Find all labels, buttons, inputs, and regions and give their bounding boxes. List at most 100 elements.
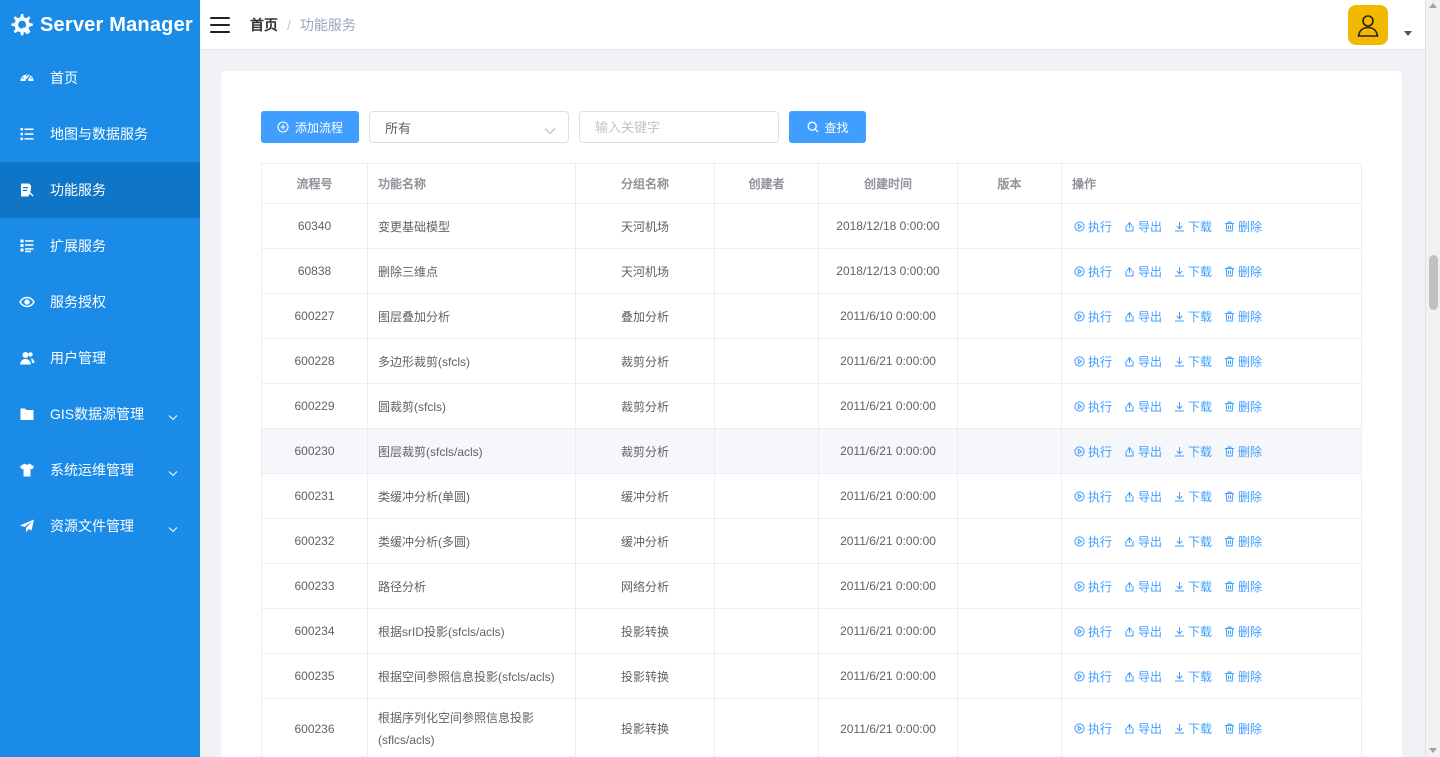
col-header-id[interactable]: 流程号 xyxy=(261,163,368,204)
table-row[interactable]: 60838 删除三维点 天河机场 2018/12/13 0:00:00 执行 导出 下载 删除 xyxy=(261,248,1362,294)
run-link[interactable]: 执行 xyxy=(1074,353,1112,370)
delete-link[interactable]: 删除 xyxy=(1224,398,1262,415)
run-link[interactable]: 执行 xyxy=(1074,718,1112,740)
export-link[interactable]: 导出 xyxy=(1124,218,1162,235)
export-link[interactable]: 导出 xyxy=(1124,308,1162,325)
sidebar-item-resource[interactable]: 资源文件管理 xyxy=(0,498,200,554)
delete-link[interactable]: 删除 xyxy=(1224,218,1262,235)
gear-icon xyxy=(8,12,34,38)
logo[interactable]: Server Manager xyxy=(0,0,200,50)
delete-link[interactable]: 删除 xyxy=(1224,263,1262,280)
export-link[interactable]: 导出 xyxy=(1124,718,1162,740)
run-link[interactable]: 执行 xyxy=(1074,398,1112,415)
download-link[interactable]: 下载 xyxy=(1174,308,1212,325)
col-header-ops: 操作 xyxy=(1061,163,1362,204)
download-link[interactable]: 下载 xyxy=(1174,623,1212,640)
col-header-group[interactable]: 分组名称 xyxy=(575,163,715,204)
export-link[interactable]: 导出 xyxy=(1124,668,1162,685)
process-table: 流程号 功能名称 分组名称 创建者 创建时间 版本 操作 60340 变更基础模型… xyxy=(261,163,1362,757)
cell-ops: 执行 导出 下载 删除 xyxy=(1061,473,1362,519)
table-row[interactable]: 600230 图层裁剪(sfcls/acls) 裁剪分析 2011/6/21 0:00… xyxy=(261,428,1362,474)
export-link[interactable]: 导出 xyxy=(1124,623,1162,640)
download-link[interactable]: 下载 xyxy=(1174,218,1212,235)
scroll-up-icon[interactable] xyxy=(1429,3,1437,8)
download-link[interactable]: 下载 xyxy=(1174,718,1212,740)
delete-link[interactable]: 删除 xyxy=(1224,308,1262,325)
table-row[interactable]: 600231 类缓冲分析(单圆) 缓冲分析 2011/6/21 0:00:00 执行 导出… xyxy=(261,473,1362,519)
delete-label: 删除 xyxy=(1238,721,1263,736)
run-link[interactable]: 执行 xyxy=(1074,533,1112,550)
run-link[interactable]: 执行 xyxy=(1074,263,1112,280)
hamburger-icon[interactable] xyxy=(210,16,230,33)
delete-link[interactable]: 删除 xyxy=(1224,623,1262,640)
delete-link[interactable]: 删除 xyxy=(1224,353,1262,370)
table-row[interactable]: 600228 多边形裁剪(sfcls) 裁剪分析 2011/6/21 0:00:00 执… xyxy=(261,338,1362,384)
delete-link[interactable]: 删除 xyxy=(1224,578,1262,595)
breadcrumb-home[interactable]: 首页 xyxy=(250,15,278,35)
table-row[interactable]: 600235 根据空间参照信息投影(sfcls/acls) 投影转换 2011/6/2… xyxy=(261,653,1362,699)
sidebar-item-home[interactable]: 首页 xyxy=(0,50,200,106)
delete-link[interactable]: 删除 xyxy=(1224,533,1262,550)
download-link[interactable]: 下载 xyxy=(1174,488,1212,505)
delete-label: 删除 xyxy=(1238,624,1263,639)
cell-id: 600227 xyxy=(261,293,368,339)
scroll-down-icon[interactable] xyxy=(1429,748,1437,753)
download-icon xyxy=(1174,581,1185,592)
scroll-thumb[interactable] xyxy=(1429,255,1438,310)
table-row[interactable]: 600229 圆裁剪(sfcls) 裁剪分析 2011/6/21 0:00:00 执行 导… xyxy=(261,383,1362,429)
sidebar-item-extend[interactable]: 扩展服务 xyxy=(0,218,200,274)
export-link[interactable]: 导出 xyxy=(1124,353,1162,370)
table-row[interactable]: 600227 图层叠加分析 叠加分析 2011/6/10 0:00:00 执行 导出 下载 删… xyxy=(261,293,1362,339)
col-header-name[interactable]: 功能名称 xyxy=(367,163,576,204)
sidebar-item-user[interactable]: 用户管理 xyxy=(0,330,200,386)
export-link[interactable]: 导出 xyxy=(1124,578,1162,595)
run-link[interactable]: 执行 xyxy=(1074,443,1112,460)
sidebar-item-auth[interactable]: 服务授权 xyxy=(0,274,200,330)
export-link[interactable]: 导出 xyxy=(1124,533,1162,550)
export-link[interactable]: 导出 xyxy=(1124,443,1162,460)
search-button[interactable]: 查找 xyxy=(789,111,867,143)
download-link[interactable]: 下载 xyxy=(1174,353,1212,370)
run-link[interactable]: 执行 xyxy=(1074,308,1112,325)
delete-link[interactable]: 删除 xyxy=(1224,488,1262,505)
download-link[interactable]: 下载 xyxy=(1174,443,1212,460)
sidebar-item-map-data[interactable]: 地图与数据服务 xyxy=(0,106,200,162)
avatar[interactable] xyxy=(1348,5,1388,45)
group-select[interactable]: 所有 xyxy=(369,111,570,143)
run-link[interactable]: 执行 xyxy=(1074,488,1112,505)
col-header-time[interactable]: 创建时间 xyxy=(818,163,958,204)
run-link[interactable]: 执行 xyxy=(1074,668,1112,685)
table-row[interactable]: 600236 根据序列化空间参照信息投影(sflcs/acls) 投影转换 2011/… xyxy=(261,698,1362,757)
delete-link[interactable]: 删除 xyxy=(1224,718,1262,740)
download-link[interactable]: 下载 xyxy=(1174,668,1212,685)
download-icon xyxy=(1174,401,1185,412)
caret-down-icon[interactable] xyxy=(1404,31,1412,36)
col-header-version[interactable]: 版本 xyxy=(957,163,1062,204)
sidebar-item-gis-source[interactable]: GIS数据源管理 xyxy=(0,386,200,442)
download-link[interactable]: 下载 xyxy=(1174,533,1212,550)
run-link[interactable]: 执行 xyxy=(1074,623,1112,640)
download-link[interactable]: 下载 xyxy=(1174,263,1212,280)
search-input[interactable] xyxy=(579,111,780,143)
cell-creator xyxy=(714,698,819,757)
col-header-creator[interactable]: 创建者 xyxy=(714,163,819,204)
download-link[interactable]: 下载 xyxy=(1174,398,1212,415)
table-row[interactable]: 600233 路径分析 网络分析 2011/6/21 0:00:00 执行 导出 下载 删除 xyxy=(261,563,1362,609)
delete-link[interactable]: 删除 xyxy=(1224,668,1262,685)
table-row[interactable]: 600234 根据srID投影(sfcls/acls) 投影转换 2011/6/21 … xyxy=(261,608,1362,654)
page-scrollbar[interactable] xyxy=(1425,0,1440,757)
run-link[interactable]: 执行 xyxy=(1074,578,1112,595)
download-link[interactable]: 下载 xyxy=(1174,578,1212,595)
sidebar-item-function[interactable]: 功能服务 xyxy=(0,162,200,218)
add-process-button[interactable]: 添加流程 xyxy=(261,111,360,143)
export-link[interactable]: 导出 xyxy=(1124,263,1162,280)
run-link[interactable]: 执行 xyxy=(1074,218,1112,235)
table-row[interactable]: 600232 类缓冲分析(多圆) 缓冲分析 2011/6/21 0:00:00 执行 导出… xyxy=(261,518,1362,564)
sidebar-item-ops[interactable]: 系统运维管理 xyxy=(0,442,200,498)
export-link[interactable]: 导出 xyxy=(1124,488,1162,505)
chevron-down-icon xyxy=(544,123,556,138)
table-row[interactable]: 60340 变更基础模型 天河机场 2018/12/18 0:00:00 执行 导出 下载 删… xyxy=(261,203,1362,249)
search-icon xyxy=(807,121,819,133)
export-link[interactable]: 导出 xyxy=(1124,398,1162,415)
delete-link[interactable]: 删除 xyxy=(1224,443,1262,460)
